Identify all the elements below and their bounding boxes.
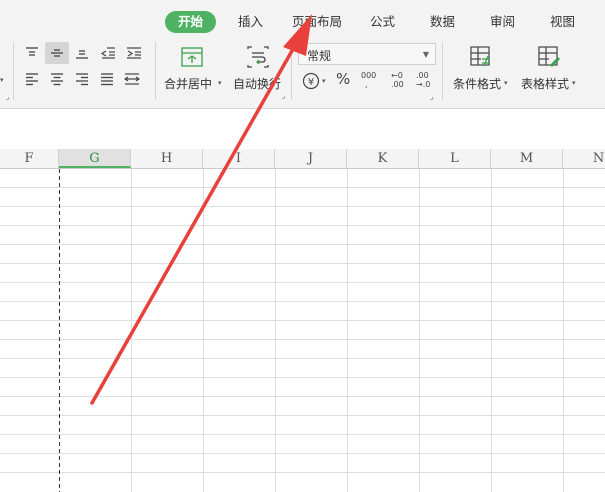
annotation-arrow-icon — [90, 14, 312, 405]
spreadsheet-app: 开始 插入 页面布局 公式 数据 审阅 视图 ▾ ⌟ 合并居中 ▾ 自动换行 ⌟… — [0, 0, 605, 492]
